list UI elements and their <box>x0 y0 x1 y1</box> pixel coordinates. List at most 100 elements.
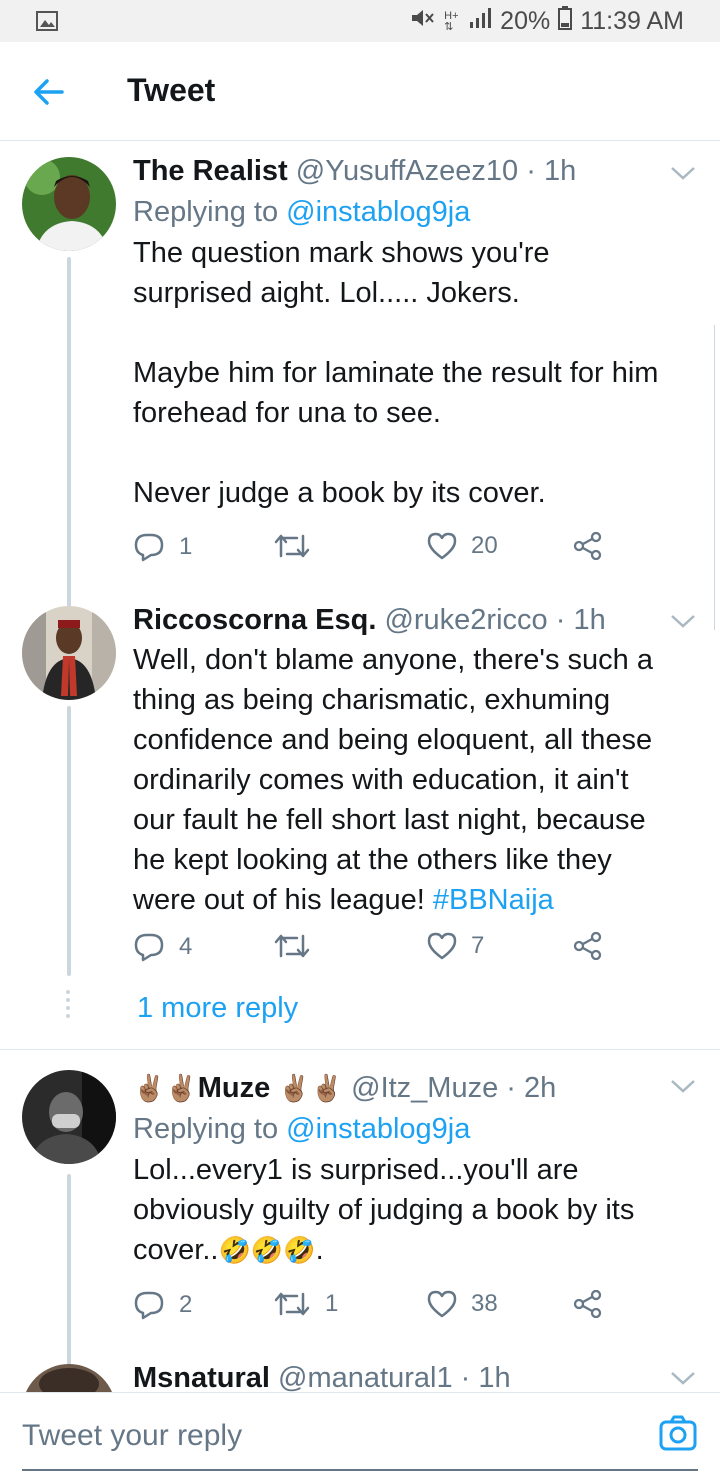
reply-tweet[interactable]: ✌🏽✌🏽Muze ✌🏽✌🏽 @Itz_Muze · 2h Replying to… <box>0 1050 720 1370</box>
reply-icon <box>134 933 164 962</box>
chevron-down-icon[interactable] <box>670 1078 696 1094</box>
tweet-text-end: . <box>315 1234 324 1266</box>
replying-handle-link[interactable]: @instablog9ja <box>286 1113 470 1145</box>
back-arrow-icon[interactable] <box>32 75 66 109</box>
separator: · <box>498 1072 525 1104</box>
battery-percent: 20% <box>500 7 551 35</box>
share-icon <box>573 1290 602 1318</box>
reply-button[interactable]: 1 <box>133 532 192 562</box>
tweet-header: ✌🏽✌🏽Muze ✌🏽✌🏽 @Itz_Muze · 2h <box>133 1068 703 1108</box>
tweet-text-content: Lol...every1 is surprised...you'll are o… <box>133 1154 635 1266</box>
reply-icon <box>134 1291 164 1320</box>
tweet-text: Well, don't blame anyone, there's such a… <box>133 640 703 920</box>
like-button[interactable]: 20 <box>427 532 498 560</box>
reply-count: 1 <box>179 533 193 560</box>
handle[interactable]: @Itz_Muze <box>351 1072 498 1104</box>
tweet-header: Msnatural @manatural1 · 1h <box>133 1360 703 1392</box>
reply-composer[interactable]: Tweet your reply <box>0 1392 720 1481</box>
replying-to: Replying to @instablog9ja <box>133 191 703 233</box>
display-name[interactable]: Riccoscorna Esq. <box>133 604 376 636</box>
clock: 11:39 AM <box>580 7 684 35</box>
replying-label: Replying to <box>133 196 287 228</box>
share-icon <box>573 932 602 960</box>
reply-count: 4 <box>179 933 193 960</box>
battery-icon <box>558 6 573 37</box>
replying-label: Replying to <box>133 1113 287 1145</box>
thread-line <box>67 706 71 976</box>
heart-icon <box>427 532 457 560</box>
retweet-button[interactable]: 1 <box>273 1290 338 1318</box>
avatar[interactable] <box>22 1070 116 1164</box>
reply-tweet[interactable]: The Realist @YusuffAzeez10 · 1h Replying… <box>0 141 720 611</box>
timestamp: 1h <box>543 155 577 187</box>
separator: · <box>547 604 574 636</box>
signal-icon <box>468 7 492 36</box>
thread-dots <box>66 990 72 1022</box>
retweet-button[interactable] <box>273 532 325 560</box>
status-bar: H+ ⇅ 20% 11:39 AM <box>0 0 720 42</box>
like-count: 20 <box>471 532 498 559</box>
like-count: 38 <box>471 1290 498 1317</box>
retweet-button[interactable] <box>273 932 325 960</box>
app-bar: Tweet <box>0 42 720 141</box>
tweet-text: The question mark shows you're surprised… <box>133 237 659 509</box>
hplus-network-icon: H+ ⇅ <box>444 9 459 33</box>
mute-icon <box>410 7 436 36</box>
reply-button[interactable]: 2 <box>133 1290 192 1320</box>
retweet-icon <box>274 534 310 558</box>
like-button[interactable]: 38 <box>427 1290 498 1318</box>
display-name-emoji: ✌🏽✌🏽 <box>133 1073 198 1103</box>
scroll-indicator[interactable] <box>714 325 720 630</box>
heart-icon <box>427 1290 457 1318</box>
heart-icon <box>427 932 457 960</box>
tweet-text: Lol...every1 is surprised...you'll are o… <box>133 1150 703 1270</box>
reply-count: 2 <box>179 1291 193 1318</box>
input-underline <box>22 1469 698 1471</box>
display-name[interactable]: Msnatural <box>133 1362 270 1392</box>
separator: · <box>518 155 544 187</box>
retweet-icon <box>274 1292 310 1316</box>
like-button[interactable]: 7 <box>427 932 484 960</box>
camera-icon[interactable] <box>658 1413 698 1453</box>
chevron-down-icon[interactable] <box>670 613 696 629</box>
timestamp: 1h <box>478 1362 511 1392</box>
chevron-down-icon[interactable] <box>670 1370 696 1386</box>
thread-line <box>67 1174 71 1370</box>
timestamp: 1h <box>573 604 606 636</box>
share-button[interactable] <box>573 532 603 560</box>
replying-handle-link[interactable]: @instablog9ja <box>286 196 470 228</box>
reply-button[interactable]: 4 <box>133 932 192 962</box>
handle[interactable]: @ruke2ricco <box>384 604 547 636</box>
timestamp: 2h <box>524 1072 557 1104</box>
share-button[interactable] <box>573 1290 603 1318</box>
avatar[interactable] <box>22 157 116 251</box>
replying-to: Replying to @instablog9ja <box>133 1108 703 1150</box>
handle[interactable]: @manatural1 <box>278 1362 453 1392</box>
separator: · <box>452 1362 479 1392</box>
share-button[interactable] <box>573 932 603 960</box>
retweet-count: 1 <box>325 1290 339 1317</box>
chevron-down-icon[interactable] <box>670 165 696 181</box>
retweet-icon <box>274 934 310 958</box>
reply-input[interactable]: Tweet your reply <box>22 1419 242 1453</box>
like-count: 7 <box>471 932 485 959</box>
reply-icon <box>134 533 164 562</box>
tweet-text-content: Well, don't blame anyone, there's such a… <box>133 644 653 916</box>
display-name[interactable]: The Realist <box>133 155 288 187</box>
reply-tweet[interactable]: Msnatural @manatural1 · 1h <box>0 1360 720 1392</box>
avatar[interactable] <box>22 606 116 700</box>
more-replies-link[interactable]: 1 more reply <box>137 992 298 1025</box>
display-name-emoji: ✌🏽✌🏽 <box>278 1073 344 1103</box>
hashtag-link[interactable]: #BBNaija <box>433 884 554 916</box>
gallery-notification-icon <box>36 9 58 38</box>
laughing-emoji: 🤣🤣🤣 <box>218 1235 316 1265</box>
page-title: Tweet <box>127 72 216 108</box>
share-icon <box>573 532 602 560</box>
display-name[interactable]: Muze <box>198 1072 271 1104</box>
reply-tweet[interactable]: Riccoscorna Esq. @ruke2ricco · 1h Well, … <box>0 590 720 1050</box>
handle[interactable]: @YusuffAzeez10 <box>296 155 518 187</box>
avatar[interactable] <box>22 1364 116 1392</box>
thread-line <box>67 257 71 611</box>
tweet-header: The Realist @YusuffAzeez10 · 1h <box>133 151 703 191</box>
tweet-header: Riccoscorna Esq. @ruke2ricco · 1h <box>133 600 703 640</box>
